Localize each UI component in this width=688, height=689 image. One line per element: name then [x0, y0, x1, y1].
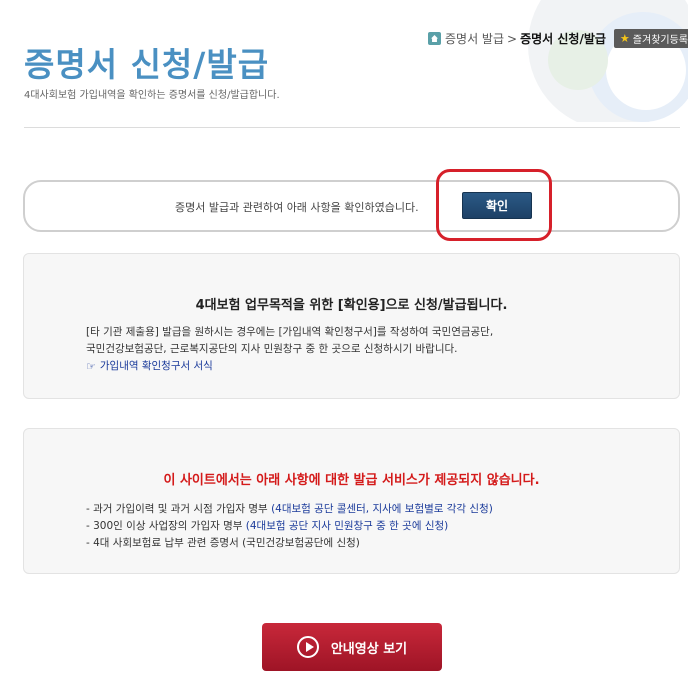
guide-video-label: 안내영상 보기 — [330, 641, 408, 657]
confirm-box: 증명서 발급과 관련하여 아래 사항을 확인하였습니다. 확인 — [23, 169, 680, 241]
confirm-text: 증명서 발급과 관련하여 아래 사항을 확인하였습니다. — [175, 201, 419, 214]
notice-heading: 4대보험 업무목적을 위한 [확인용]으로 신청/발급됩니다. — [195, 298, 508, 313]
breadcrumb: 증명서 발급 > 증명서 신청/발급 ★ 즐겨찾기등록 — [428, 29, 688, 48]
notice-body: [타 기관 제출용] 발급을 원하시는 경우에는 [가입내역 확인청구서]를 작… — [86, 324, 493, 375]
form-link[interactable]: ☞ 가입내역 확인청구서 서식 — [86, 358, 493, 375]
breadcrumb-parent[interactable]: 증명서 발급 — [445, 30, 504, 47]
notice-list: - 과거 가입이력 및 과거 시점 가입자 명부 (4대보험 공단 콜센터, 지… — [86, 501, 493, 552]
guide-video-button[interactable]: 안내영상 보기 — [262, 623, 442, 671]
list-item: - 4대 사회보험료 납부 관련 증명서 (국민건강보험공단에 신청) — [86, 537, 360, 549]
breadcrumb-current: 증명서 신청/발급 — [520, 32, 606, 46]
notice-line: 국민건강보험공단, 근로복지공단의 지사 민원창구 중 한 곳으로 신청하시기 … — [86, 343, 458, 355]
form-link-label[interactable]: 가입내역 확인청구서 서식 — [100, 358, 213, 375]
notice-line: [타 기관 제출용] 발급을 원하시는 경우에는 [가입내역 확인청구서]를 작… — [86, 326, 494, 338]
notice-box-unavailable: 이 사이트에서는 아래 사항에 대한 발급 서비스가 제공되지 않습니다. - … — [23, 428, 680, 574]
play-icon — [296, 636, 319, 658]
list-item: - 과거 가입이력 및 과거 시점 가입자 명부 (4대보험 공단 콜센터, 지… — [86, 503, 493, 515]
favorite-button[interactable]: ★ 즐겨찾기등록 — [613, 29, 688, 48]
favorite-label: 즐겨찾기등록 — [632, 35, 688, 46]
home-icon[interactable] — [428, 32, 441, 45]
page-subtitle: 4대사회보험 가입내역을 확인하는 증명서를 신청/발급합니다. — [24, 90, 280, 101]
highlight-ring — [436, 169, 552, 241]
star-icon: ★ — [619, 32, 630, 45]
notice-heading: 이 사이트에서는 아래 사항에 대한 발급 서비스가 제공되지 않습니다. — [163, 473, 540, 488]
logo-decoration — [520, 0, 688, 122]
breadcrumb-separator: > — [507, 31, 518, 46]
notice-box-confirmation: 4대보험 업무목적을 위한 [확인용]으로 신청/발급됩니다. [타 기관 제출… — [23, 253, 680, 399]
list-item: - 300인 이상 사업장의 가입자 명부 (4대보험 공단 지사 민원창구 중… — [86, 520, 449, 532]
pointing-hand-icon: ☞ — [86, 360, 96, 373]
divider — [24, 127, 680, 128]
page-title: 증명서 신청/발급 — [24, 45, 270, 84]
